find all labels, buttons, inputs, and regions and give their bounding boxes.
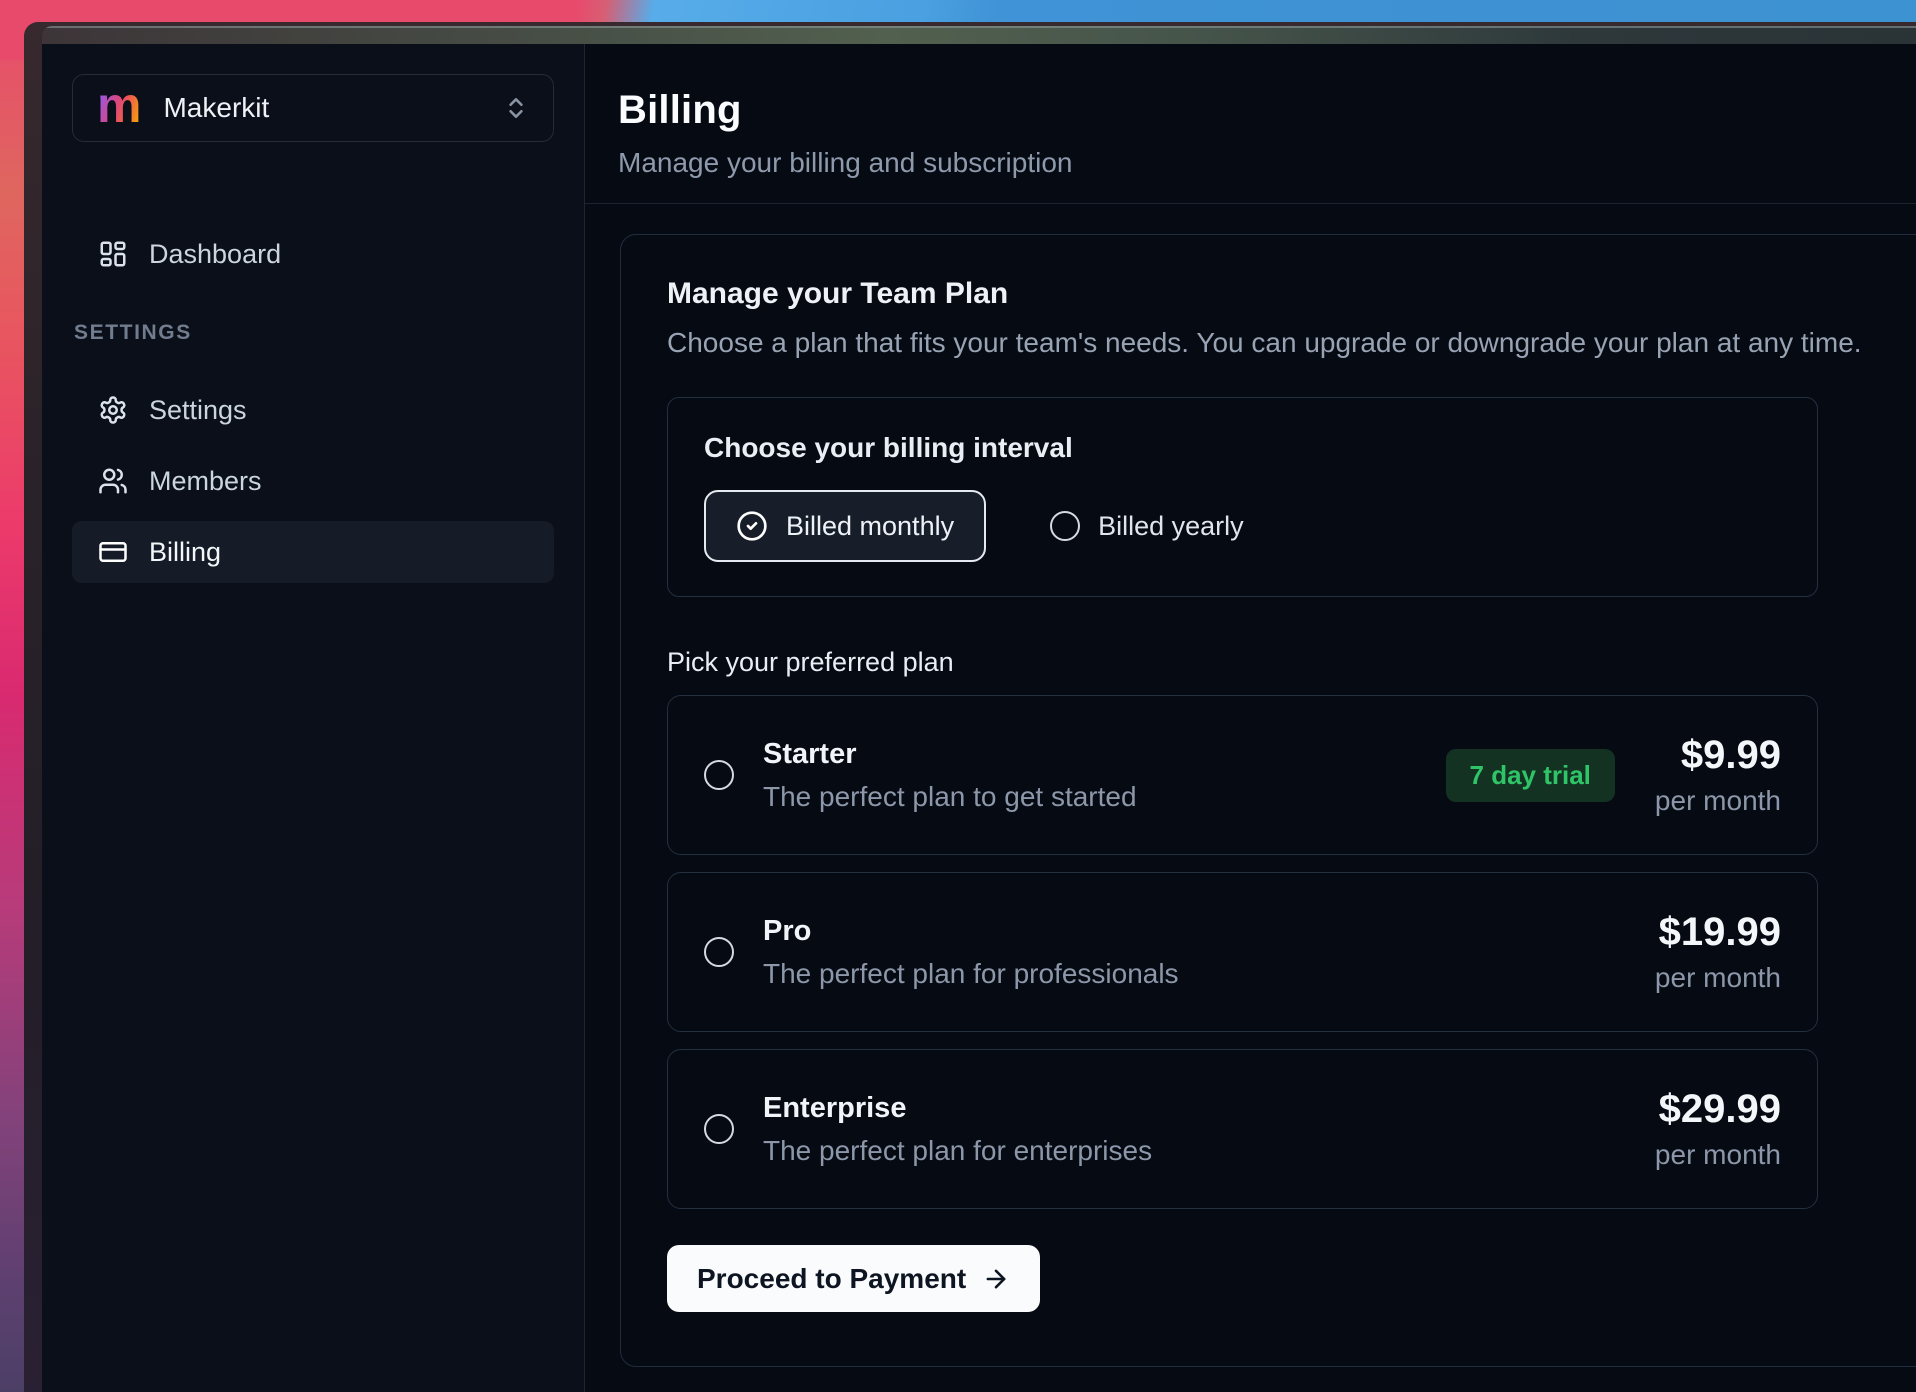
proceed-label: Proceed to Payment xyxy=(697,1263,966,1295)
sidebar-item-label: Dashboard xyxy=(149,239,281,270)
plan-row-pro[interactable]: Pro The perfect plan for professionals $… xyxy=(667,872,1818,1032)
billing-interval-label: Choose your billing interval xyxy=(704,432,1781,464)
app-window: m Makerkit Dashboard SETTINGS xyxy=(24,22,1916,1392)
trial-badge: 7 day trial xyxy=(1446,749,1615,802)
radio-icon[interactable] xyxy=(704,760,734,790)
sidebar-settings-group: Settings Members Billing xyxy=(72,379,554,583)
billed-monthly-label: Billed monthly xyxy=(786,511,954,542)
dashboard-icon xyxy=(98,239,128,269)
sidebar-item-settings[interactable]: Settings xyxy=(72,379,554,441)
billed-monthly-option[interactable]: Billed monthly xyxy=(704,490,986,562)
makerkit-logo: m xyxy=(97,80,141,130)
plan-name: Enterprise xyxy=(763,1092,1152,1125)
page-header: Billing Manage your billing and subscrip… xyxy=(585,44,1916,179)
plan-period: per month xyxy=(1655,1139,1781,1171)
sidebar-item-label: Billing xyxy=(149,537,221,568)
users-icon xyxy=(98,466,128,496)
plan-name: Starter xyxy=(763,738,1137,771)
sidebar-section-settings: SETTINGS xyxy=(74,321,554,345)
window-titlebar xyxy=(42,26,1916,44)
main-content: Billing Manage your billing and subscrip… xyxy=(585,44,1916,1392)
sidebar-item-members[interactable]: Members xyxy=(72,450,554,512)
plan-name: Pro xyxy=(763,915,1179,948)
card-title: Manage your Team Plan xyxy=(667,277,1916,311)
plan-description: The perfect plan to get started xyxy=(763,781,1137,813)
chevrons-up-down-icon xyxy=(503,95,529,121)
sidebar-item-dashboard[interactable]: Dashboard xyxy=(72,223,554,285)
credit-card-icon xyxy=(98,537,128,567)
sidebar-item-label: Settings xyxy=(149,395,247,426)
app-content: m Makerkit Dashboard SETTINGS xyxy=(42,44,1916,1392)
sidebar-item-billing[interactable]: Billing xyxy=(72,521,554,583)
radio-icon[interactable] xyxy=(704,1114,734,1144)
plan-description: The perfect plan for enterprises xyxy=(763,1135,1152,1167)
arrow-right-icon xyxy=(982,1265,1010,1293)
billed-yearly-label: Billed yearly xyxy=(1098,511,1244,542)
plan-description: The perfect plan for professionals xyxy=(763,958,1179,990)
circle-check-icon xyxy=(736,510,768,542)
plan-period: per month xyxy=(1655,785,1781,817)
sidebar-item-label: Members xyxy=(149,466,262,497)
proceed-to-payment-button[interactable]: Proceed to Payment xyxy=(667,1245,1040,1312)
billed-yearly-option[interactable]: Billed yearly xyxy=(1050,511,1244,542)
workspace-selector[interactable]: m Makerkit xyxy=(72,74,554,142)
page-subtitle: Manage your billing and subscription xyxy=(618,147,1916,179)
page-title: Billing xyxy=(618,88,1916,133)
plan-row-enterprise[interactable]: Enterprise The perfect plan for enterpri… xyxy=(667,1049,1818,1209)
plan-price: $9.99 xyxy=(1655,733,1781,778)
plan-period: per month xyxy=(1655,962,1781,994)
gear-icon xyxy=(98,395,128,425)
sidebar: m Makerkit Dashboard SETTINGS xyxy=(42,44,585,1392)
plan-row-starter[interactable]: Starter The perfect plan to get started … xyxy=(667,695,1818,855)
radio-icon xyxy=(1050,511,1080,541)
team-plan-card: Manage your Team Plan Choose a plan that… xyxy=(620,234,1916,1367)
header-divider xyxy=(585,203,1916,204)
card-description: Choose a plan that fits your team's need… xyxy=(667,327,1916,359)
radio-icon[interactable] xyxy=(704,937,734,967)
billing-interval-box: Choose your billing interval Billed mont… xyxy=(667,397,1818,597)
plan-price: $19.99 xyxy=(1655,910,1781,955)
plan-price: $29.99 xyxy=(1655,1087,1781,1132)
workspace-name: Makerkit xyxy=(163,92,269,124)
plans-label: Pick your preferred plan xyxy=(667,647,1818,678)
